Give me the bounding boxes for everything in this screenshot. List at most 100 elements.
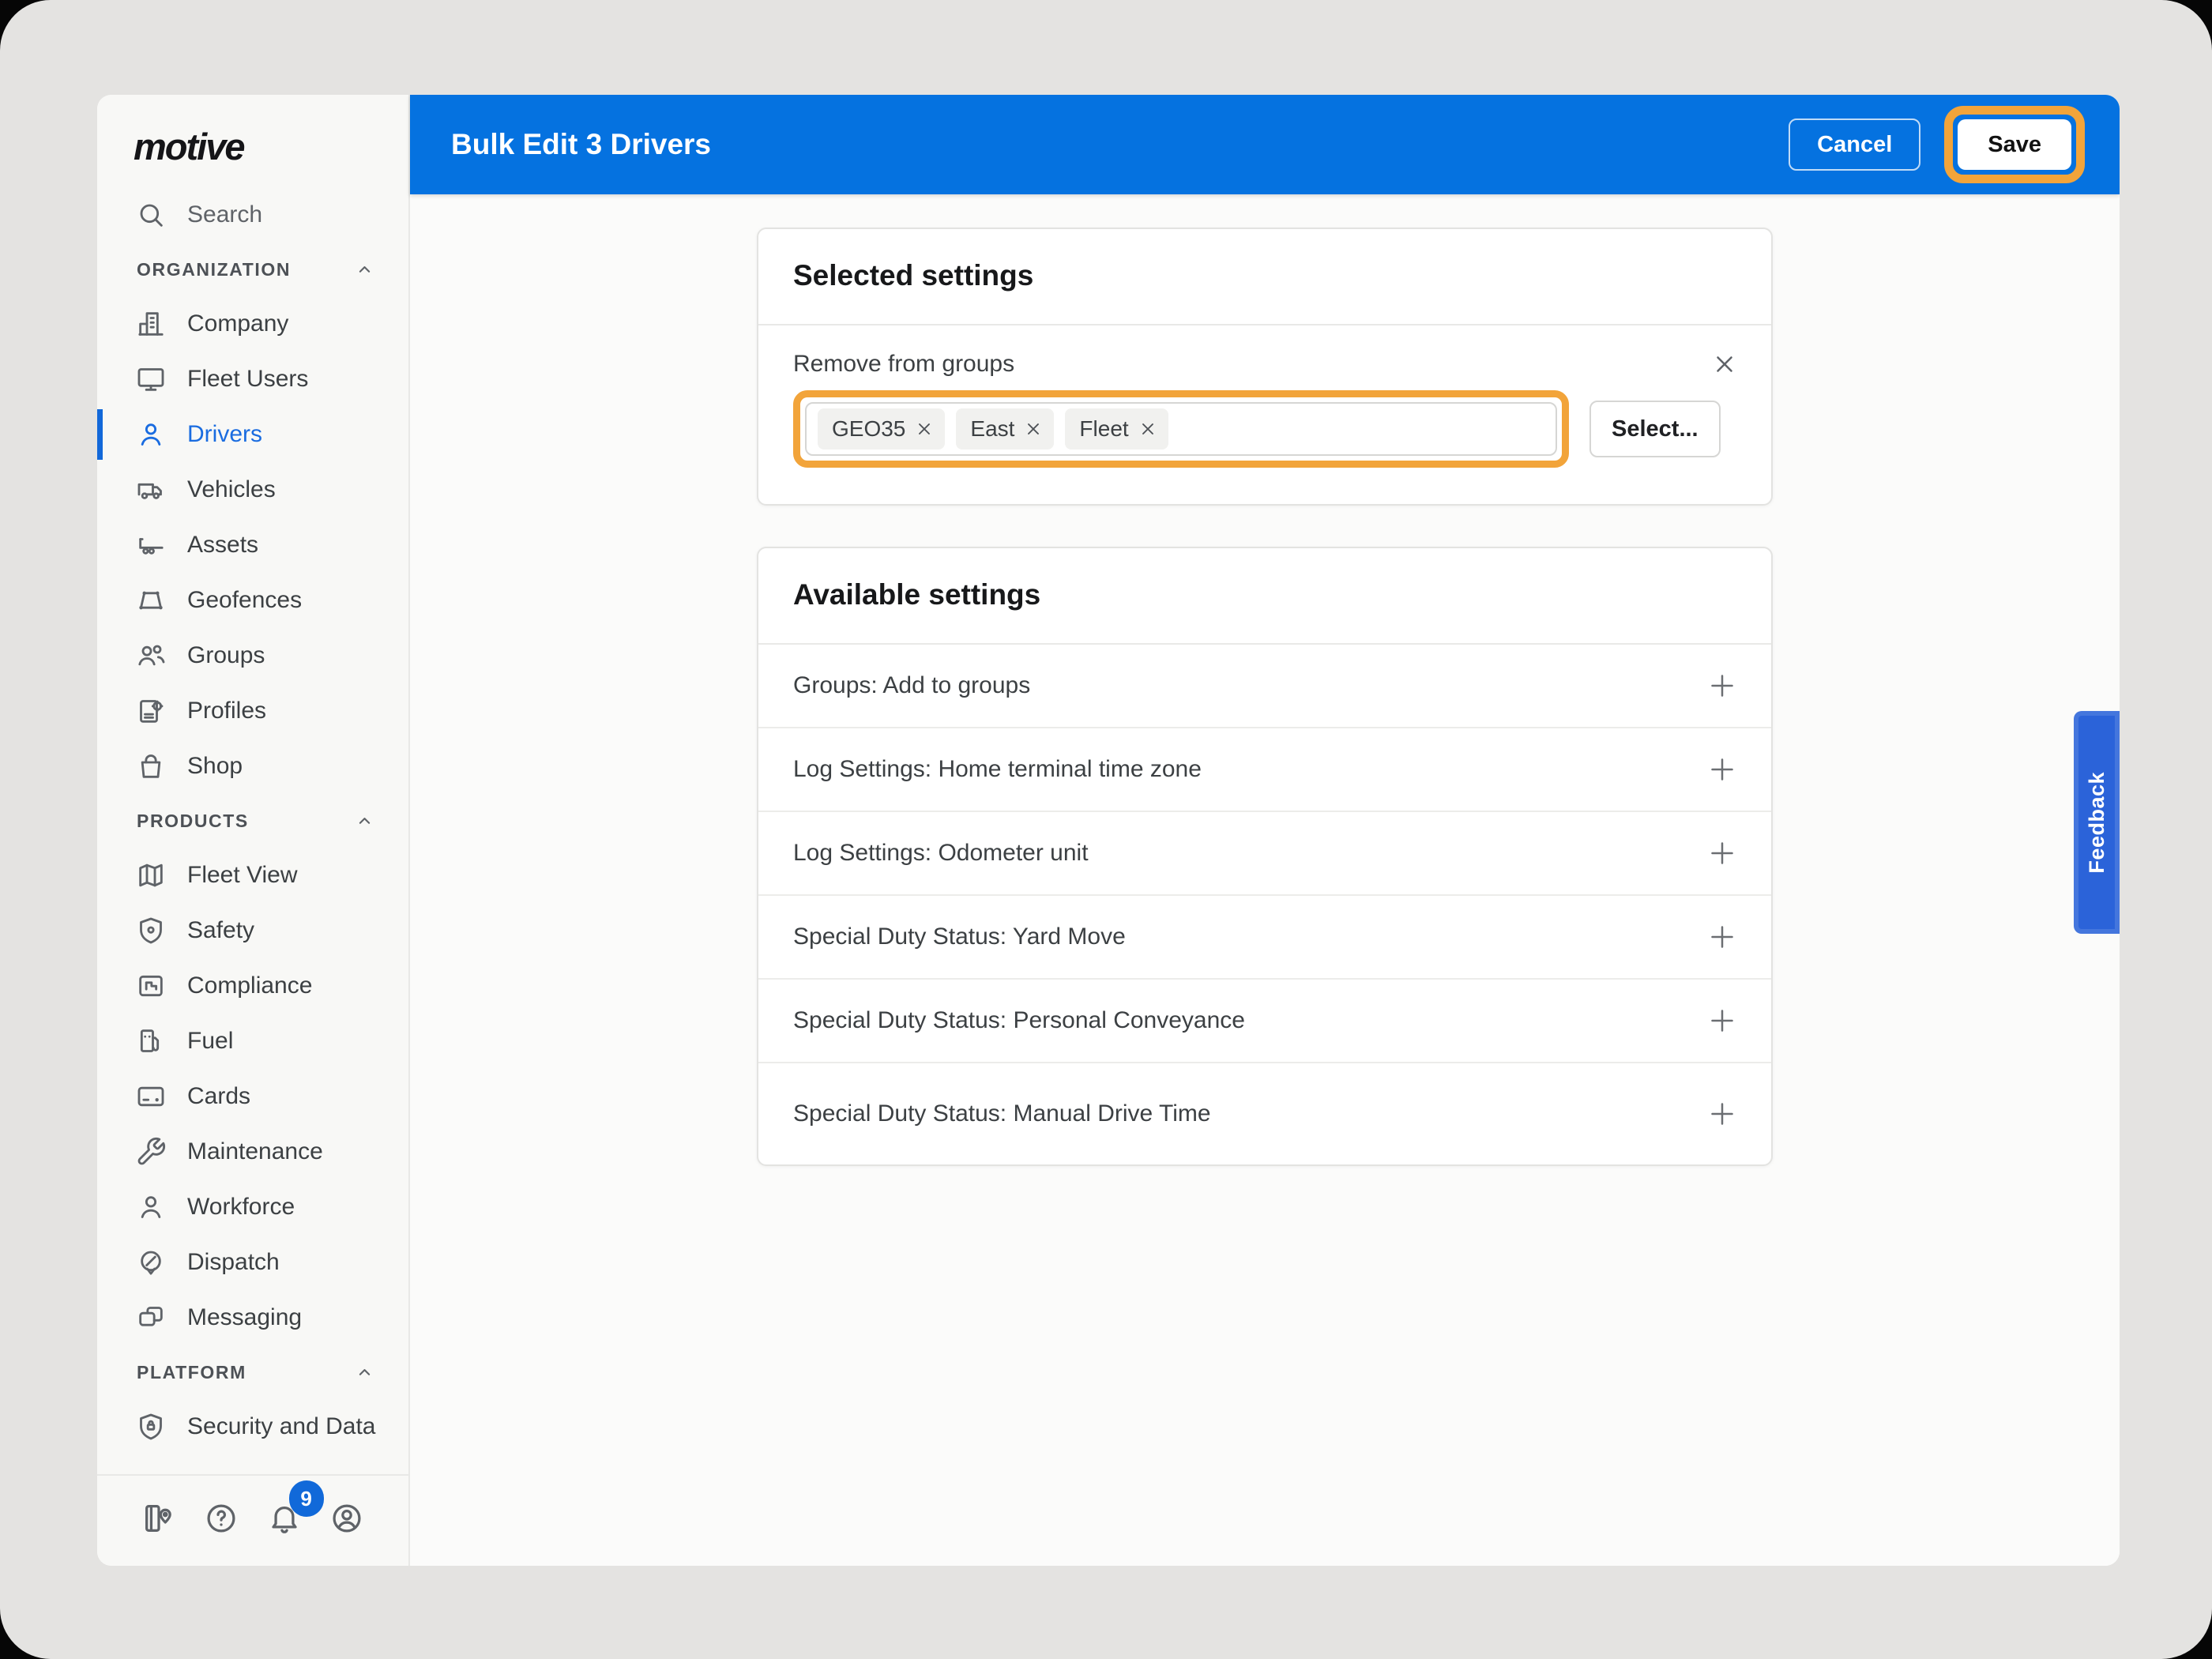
motive-logo: motive [134, 126, 246, 167]
groups-icon [138, 645, 165, 666]
shopping-bag-icon [141, 754, 161, 778]
chip-label: GEO35 [832, 416, 906, 441]
sidebar-item-label: Vehicles [187, 476, 276, 502]
sidebar-item-label: Geofences [187, 587, 303, 613]
sidebar-item-dispatch[interactable]: Dispatch [97, 1235, 408, 1290]
sidebar-item-security-and-data[interactable]: Security and Data [97, 1399, 408, 1454]
sidebar-item-fleet-view[interactable]: Fleet View [97, 848, 408, 903]
sidebar-item-label: Profiles [187, 698, 267, 724]
sidebar-item-label: Safety [187, 917, 255, 943]
sidebar-item-safety[interactable]: Safety [97, 903, 408, 958]
sidebar-item-label: Messaging [187, 1304, 303, 1330]
sidebar-search[interactable]: Search [97, 187, 408, 243]
selected-settings-card: Selected settings Remove from groups GEO… [757, 228, 1773, 506]
cancel-button[interactable]: Cancel [1789, 118, 1921, 171]
avatar-icon [333, 1504, 361, 1533]
plus-icon[interactable] [1706, 837, 1738, 869]
plus-icon[interactable] [1706, 754, 1738, 785]
wrench-icon [137, 1137, 166, 1165]
available-setting-row-manual-drive-time[interactable]: Special Duty Status: Manual Drive Time [758, 1063, 1771, 1164]
sidebar-item-drivers[interactable]: Drivers [97, 407, 408, 462]
sidebar-item-messaging[interactable]: Messaging [97, 1290, 408, 1345]
chevron-up-icon [359, 817, 371, 824]
group-chip: GEO35 [818, 408, 946, 450]
sidebar-item-maintenance[interactable]: Maintenance [97, 1124, 408, 1179]
notifications-button[interactable]: 9 [265, 1480, 324, 1537]
chevron-up-icon [359, 1368, 371, 1375]
chip-label: East [970, 416, 1015, 441]
bulk-edit-header: Bulk Edit 3 Drivers Cancel Save [410, 95, 2120, 194]
section-label: PRODUCTS [137, 810, 249, 831]
sidebar-item-label: Fleet Users [187, 366, 309, 392]
person-icon [141, 423, 161, 446]
plus-icon[interactable] [1706, 921, 1738, 953]
guide-book-icon [145, 1505, 171, 1532]
available-setting-row-yard-move[interactable]: Special Duty Status: Yard Move [758, 896, 1771, 980]
save-highlight-ring: Save [1944, 106, 2085, 183]
group-chip: East [956, 408, 1055, 450]
feedback-tab[interactable]: Feedback [2074, 711, 2120, 934]
person-icon [141, 1196, 161, 1218]
screenshot-frame: motive Search ORGANIZATION Company Fleet… [0, 0, 2212, 1659]
sidebar-item-vehicles[interactable]: Vehicles [97, 462, 408, 517]
sidebar-item-label: Shop [187, 753, 243, 779]
feedback-label: Feedback [2084, 771, 2109, 874]
sidebar-footer: 9 [97, 1474, 408, 1566]
sidebar-item-compliance[interactable]: Compliance [97, 958, 408, 1014]
plus-icon[interactable] [1706, 1098, 1738, 1130]
sidebar-item-workforce[interactable]: Workforce [97, 1179, 408, 1235]
sidebar-item-fuel[interactable]: Fuel [97, 1014, 408, 1069]
content: Selected settings Remove from groups GEO… [410, 194, 2120, 1166]
dispatch-pin-icon [141, 1251, 161, 1275]
help-button[interactable] [202, 1499, 240, 1537]
trailer-icon [139, 538, 164, 555]
shield-lock-icon [140, 1413, 162, 1440]
sidebar-item-label: Security and Data [187, 1413, 376, 1439]
app-window: motive Search ORGANIZATION Company Fleet… [97, 95, 2120, 1566]
save-button[interactable]: Save [1958, 119, 2071, 170]
sidebar-item-company[interactable]: Company [97, 296, 408, 352]
chevron-up-icon [359, 265, 371, 273]
credit-card-icon [137, 1086, 164, 1107]
sidebar-item-groups[interactable]: Groups [97, 628, 408, 683]
main-area: Bulk Edit 3 Drivers Cancel Save Selected… [410, 95, 2120, 1566]
available-setting-label: Special Duty Status: Manual Drive Time [793, 1100, 1211, 1127]
truck-icon [137, 483, 162, 499]
profiles-icon [140, 700, 164, 723]
available-setting-row-odometer-unit[interactable]: Log Settings: Odometer unit [758, 812, 1771, 896]
sidebar-item-label: Drivers [187, 421, 262, 447]
available-setting-row-personal-conveyance[interactable]: Special Duty Status: Personal Conveyance [758, 980, 1771, 1063]
group-chip: Fleet [1065, 408, 1168, 450]
sidebar-item-label: Maintenance [187, 1138, 323, 1164]
available-setting-row-home-terminal-time-zone[interactable]: Log Settings: Home terminal time zone [758, 728, 1771, 812]
chip-remove-icon[interactable] [915, 419, 934, 438]
page-title: Bulk Edit 3 Drivers [451, 128, 712, 160]
guide-button[interactable] [140, 1499, 178, 1537]
account-button[interactable] [328, 1499, 366, 1537]
chip-remove-icon[interactable] [1138, 419, 1157, 438]
remove-setting-button[interactable] [1711, 351, 1738, 378]
sidebar-item-label: Groups [187, 642, 265, 668]
remove-from-groups-label: Remove from groups [793, 351, 1015, 377]
groups-chip-input[interactable]: GEO35 East Fleet [805, 402, 1557, 456]
sidebar-item-fleet-users[interactable]: Fleet Users [97, 352, 408, 407]
available-setting-row-add-to-groups[interactable]: Groups: Add to groups [758, 645, 1771, 728]
sidebar-item-assets[interactable]: Assets [97, 517, 408, 573]
plus-icon[interactable] [1706, 670, 1738, 702]
section-header-organization[interactable]: ORGANIZATION [97, 243, 408, 296]
select-groups-button[interactable]: Select... [1589, 401, 1721, 457]
building-icon [138, 312, 164, 336]
sidebar-item-geofences[interactable]: Geofences [97, 573, 408, 628]
sidebar-item-label: Cards [187, 1083, 251, 1109]
chip-label: Fleet [1079, 416, 1129, 441]
chip-remove-icon[interactable] [1024, 419, 1043, 438]
compliance-icon [139, 975, 163, 997]
plus-icon[interactable] [1706, 1005, 1738, 1036]
sidebar-item-cards[interactable]: Cards [97, 1069, 408, 1124]
section-header-products[interactable]: PRODUCTS [97, 794, 408, 848]
search-label: Search [187, 201, 263, 228]
sidebar-item-profiles[interactable]: Profiles [97, 683, 408, 739]
section-header-platform[interactable]: PLATFORM [97, 1345, 408, 1399]
card-title: Selected settings [758, 229, 1771, 325]
sidebar-item-shop[interactable]: Shop [97, 739, 408, 794]
